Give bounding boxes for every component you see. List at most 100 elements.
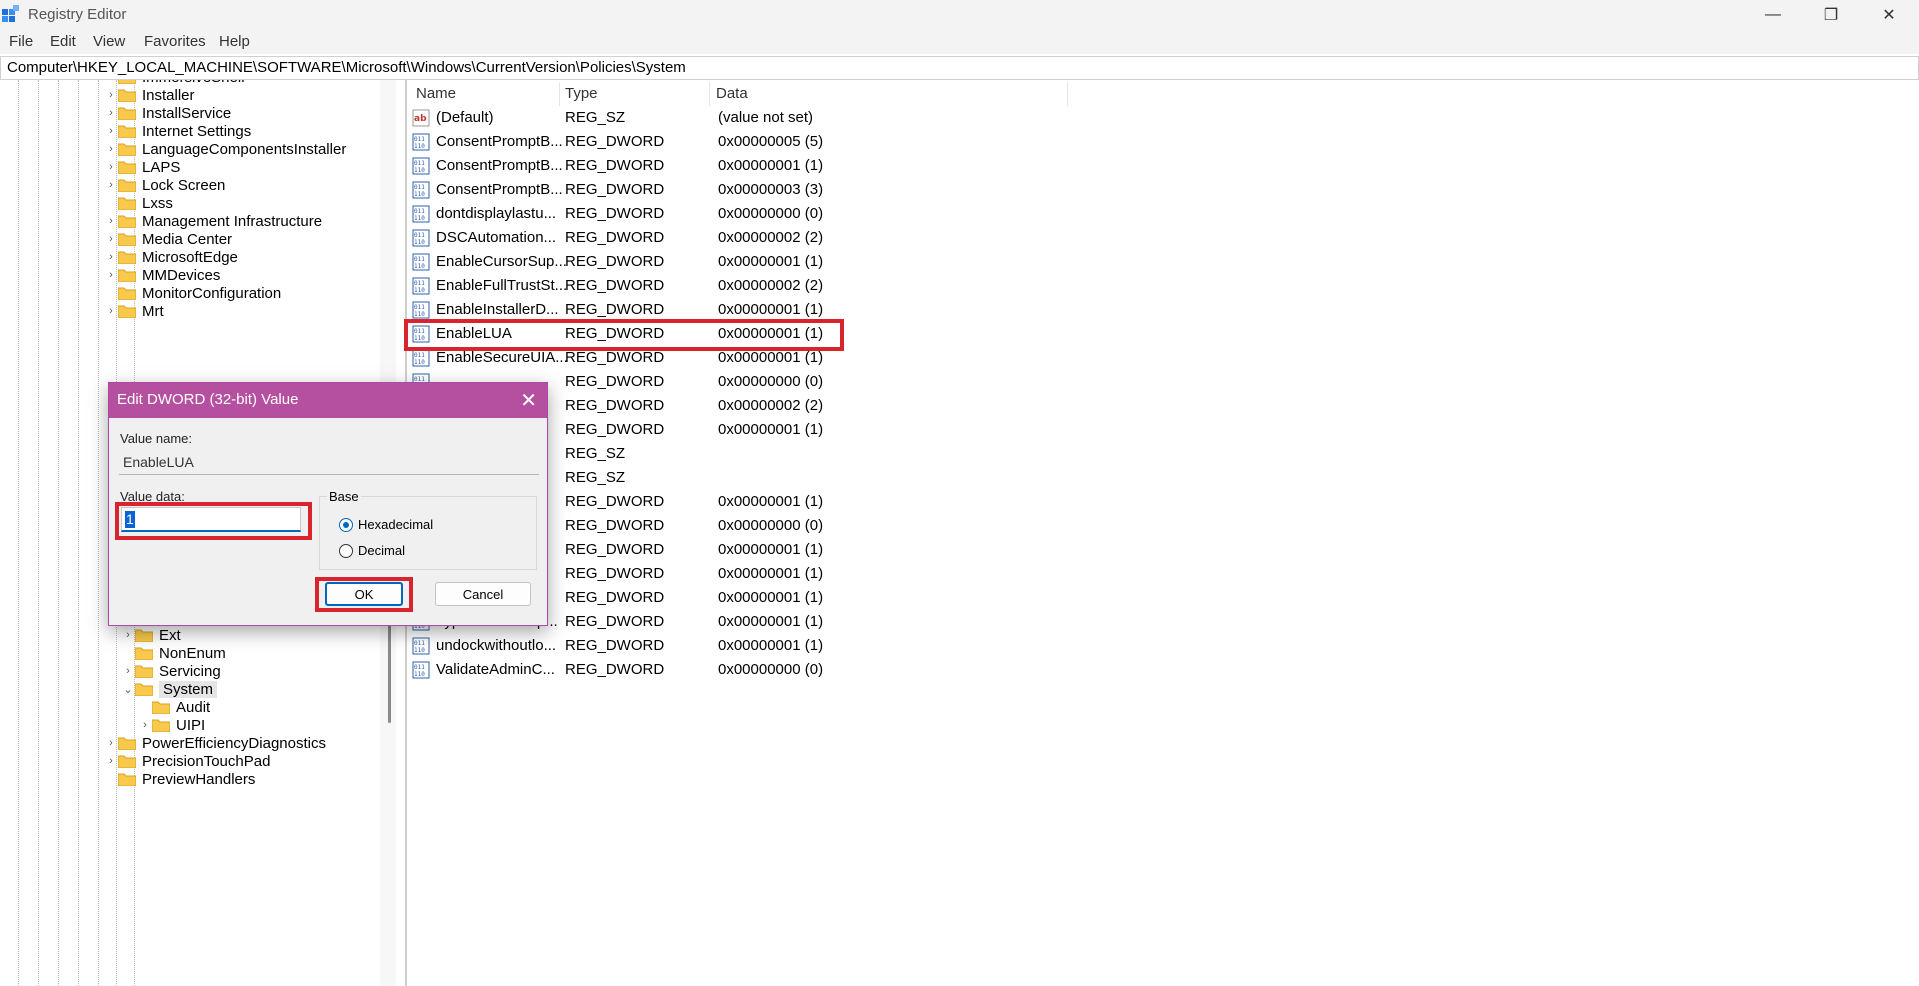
chevron-right-icon[interactable]: ›: [138, 719, 152, 731]
value-row[interactable]: 011 110 ConsentPromptB... REG_DWORD 0x000000…: [412, 155, 1262, 177]
value-row[interactable]: 011 110 ValidateAdminC... REG_DWORD 0x000000…: [412, 659, 1262, 681]
chevron-right-icon[interactable]: ›: [104, 305, 118, 317]
value-row[interactable]: 011 110 EnableCursorSup... REG_DWORD 0x00000…: [412, 251, 1262, 273]
tree-item-label: PowerEfficiencyDiagnostics: [142, 734, 326, 752]
svg-text:ab: ab: [414, 114, 427, 124]
value-row[interactable]: 011 110 DSCAutomation... REG_DWORD 0x0000000…: [412, 227, 1262, 249]
value-name-cell: ValidateAdminC...: [436, 661, 555, 678]
value-name-cell: EnableFullTrustSt...: [436, 277, 568, 294]
folder-icon: [118, 737, 136, 750]
value-data-cell: 0x00000002 (2): [718, 277, 824, 294]
menu-view[interactable]: View: [93, 33, 125, 50]
tree-item-label: UIPI: [176, 716, 206, 734]
chevron-right-icon[interactable]: ›: [104, 179, 118, 191]
svg-text:011: 011: [414, 256, 425, 263]
value-type-cell: REG_SZ: [565, 445, 626, 462]
menu-edit[interactable]: Edit: [50, 33, 76, 50]
chevron-right-icon[interactable]: ›: [104, 269, 118, 281]
chevron-right-icon[interactable]: ›: [121, 665, 135, 677]
column-header-data[interactable]: Data: [716, 85, 748, 102]
edit-dword-dialog: Edit DWORD (32-bit) Value ✕ Value name: …: [108, 382, 548, 626]
tree-item-label: Ext: [159, 626, 181, 644]
chevron-right-icon[interactable]: ›: [104, 161, 118, 173]
address-bar[interactable]: Computer\HKEY_LOCAL_MACHINE\SOFTWARE\Mic…: [0, 56, 1919, 80]
folder-icon: [135, 647, 153, 660]
value-data-cell: 0x00000001 (1): [718, 301, 824, 318]
chevron-right-icon[interactable]: ›: [104, 80, 118, 83]
value-type-cell: REG_DWORD: [565, 277, 665, 294]
column-separator[interactable]: [1067, 82, 1068, 106]
svg-text:110: 110: [414, 263, 425, 270]
chevron-right-icon[interactable]: ›: [104, 125, 118, 137]
chevron-right-icon[interactable]: ›: [104, 107, 118, 119]
chevron-right-icon[interactable]: ›: [104, 737, 118, 749]
chevron-right-icon[interactable]: ›: [104, 755, 118, 767]
value-data-cell: 0x00000001 (1): [718, 565, 824, 582]
dword-value-icon: 011110: [412, 277, 430, 295]
value-row[interactable]: 011 110 dontdisplaylastu... REG_DWORD 0x0000…: [412, 203, 1262, 225]
svg-text:110: 110: [414, 167, 425, 174]
tree-item-label: Servicing: [159, 662, 221, 680]
value-type-cell: REG_DWORD: [565, 541, 665, 558]
hexadecimal-label[interactable]: Hexadecimal: [358, 517, 433, 532]
value-name-cell: ConsentPromptB...: [436, 157, 563, 174]
menu-favorites[interactable]: Favorites: [144, 33, 206, 50]
dword-value-icon: 011110: [412, 301, 430, 319]
close-button[interactable]: ✕: [1860, 0, 1918, 30]
tree-item[interactable]: PreviewHandlers: [104, 768, 255, 790]
hexadecimal-radio[interactable]: [339, 518, 353, 532]
tree-item-label: NonEnum: [159, 644, 226, 662]
tree-scrollbar-thumb[interactable]: [388, 625, 391, 723]
close-icon: ✕: [1882, 7, 1896, 24]
dword-value-icon: 011110: [412, 181, 430, 199]
tree-item-label: Media Center: [142, 230, 233, 248]
value-type-cell: REG_DWORD: [565, 181, 665, 198]
tree-item-label: LanguageComponentsInstaller: [142, 140, 347, 158]
chevron-right-icon[interactable]: ›: [104, 251, 118, 263]
column-separator[interactable]: [559, 82, 560, 106]
folder-icon: [135, 665, 153, 678]
value-row[interactable]: ab (Default) REG_SZ (value not set): [412, 107, 1262, 129]
value-data-highlight-box: [115, 502, 312, 540]
value-name-field: EnableLUA: [119, 450, 539, 475]
dword-value-icon: 011110: [412, 349, 430, 367]
maximize-button[interactable]: ❐: [1802, 0, 1860, 30]
chevron-right-icon[interactable]: ›: [104, 233, 118, 245]
value-row[interactable]: 011 110 EnableFullTrustSt... REG_DWORD 0x000…: [412, 275, 1262, 297]
value-row[interactable]: 011 110 ConsentPromptB... REG_DWORD 0x000000…: [412, 131, 1262, 153]
value-data-cell: 0x00000002 (2): [718, 229, 824, 246]
decimal-radio[interactable]: [339, 544, 353, 558]
column-header-type[interactable]: Type: [565, 85, 598, 102]
value-type-cell: REG_DWORD: [565, 613, 665, 630]
folder-icon: [118, 107, 136, 120]
dialog-title-bar[interactable]: Edit DWORD (32-bit) Value ✕: [109, 383, 547, 418]
tree-item-label: MicrosoftEdge: [142, 248, 238, 266]
chevron-right-icon[interactable]: ›: [104, 89, 118, 101]
menu-file[interactable]: File: [9, 33, 33, 50]
svg-text:011: 011: [414, 304, 425, 311]
chevron-down-icon[interactable]: ⌄: [121, 683, 135, 696]
cancel-button[interactable]: Cancel: [435, 582, 531, 606]
column-separator[interactable]: [709, 82, 710, 106]
chevron-right-icon[interactable]: ›: [121, 629, 135, 641]
folder-icon: [152, 701, 170, 714]
value-data-cell: 0x00000001 (1): [718, 493, 824, 510]
value-row[interactable]: 011 110 ConsentPromptB... REG_DWORD 0x000000…: [412, 179, 1262, 201]
chevron-right-icon[interactable]: ›: [104, 215, 118, 227]
column-header-name[interactable]: Name: [416, 85, 456, 102]
value-type-cell: REG_SZ: [565, 469, 626, 486]
value-type-cell: REG_DWORD: [565, 301, 665, 318]
value-row[interactable]: 011 110 EnableInstallerD... REG_DWORD 0x0000…: [412, 299, 1262, 321]
value-data-cell: 0x00000001 (1): [718, 613, 824, 630]
value-row[interactable]: 011 110 undockwithoutlo... REG_DWORD 0x00000…: [412, 635, 1262, 657]
dialog-close-icon[interactable]: ✕: [520, 388, 537, 413]
value-type-cell: REG_DWORD: [565, 205, 665, 222]
minimize-button[interactable]: —: [1744, 0, 1802, 30]
address-path: Computer\HKEY_LOCAL_MACHINE\SOFTWARE\Mic…: [7, 59, 686, 76]
menu-help[interactable]: Help: [219, 33, 250, 50]
svg-text:011: 011: [414, 664, 425, 671]
chevron-right-icon[interactable]: ›: [104, 143, 118, 155]
values-list-pane[interactable]: Name Type Data ab (Default) REG_SZ (value n…: [407, 80, 1919, 986]
value-data-cell: 0x00000000 (0): [718, 205, 824, 222]
decimal-label[interactable]: Decimal: [358, 543, 405, 558]
